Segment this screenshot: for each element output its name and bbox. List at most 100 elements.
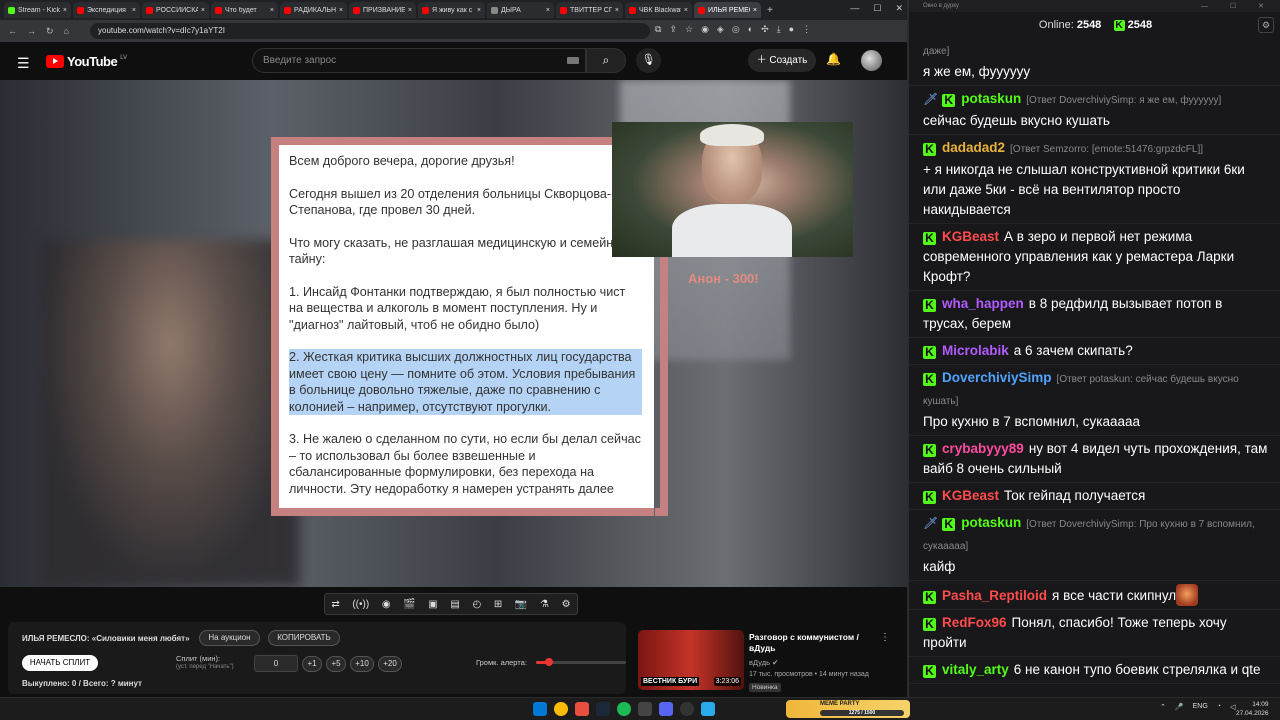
extension-icon[interactable]: ◈ — [717, 24, 724, 35]
tab-close-icon[interactable]: × — [684, 7, 688, 14]
reload-icon[interactable]: ↻ — [46, 26, 54, 37]
chrome-icon[interactable] — [554, 702, 568, 716]
clapperboard-icon[interactable]: 🎬 — [403, 599, 415, 610]
tab-close-icon[interactable]: × — [201, 7, 205, 14]
forward-icon[interactable]: → — [27, 26, 36, 36]
film-icon[interactable]: ▤ — [450, 599, 459, 610]
clock[interactable]: 14:09 27.04.2026 — [1236, 700, 1269, 718]
start-icon[interactable] — [533, 702, 547, 716]
chat-username[interactable]: Pasha_Reptiloid — [942, 588, 1047, 603]
video-title[interactable]: Разговор с коммунистом / вДудь — [749, 632, 879, 654]
tab-close-icon[interactable]: × — [132, 7, 136, 14]
browser-tab[interactable]: Что будет × — [211, 2, 278, 18]
chat-username[interactable]: wha_happen — [942, 296, 1024, 311]
browser-tab[interactable]: Экспедиция × — [73, 2, 140, 18]
app-icon[interactable] — [575, 702, 589, 716]
back-icon[interactable]: ← — [8, 26, 17, 36]
chat-username[interactable]: dadadad2 — [942, 140, 1005, 155]
volume-icon[interactable]: ◁ — [1230, 703, 1235, 711]
browser-tab[interactable]: ИЛЬЯ РЕМЕСЛО× — [694, 2, 761, 18]
maximize-icon[interactable]: ☐ — [873, 3, 881, 14]
tab-close-icon[interactable]: × — [408, 7, 412, 14]
chat-username[interactable]: potaskun — [961, 515, 1021, 530]
profile-icon[interactable]: ● — [789, 24, 794, 35]
broadcast-icon[interactable]: ((•)) — [352, 599, 369, 610]
browser-tab[interactable]: ПРИЗВАНИЕ × — [349, 2, 416, 18]
mic-tray-icon[interactable]: 🎤 — [1175, 703, 1184, 711]
chat-username[interactable]: vitaly_arty — [942, 662, 1009, 677]
more-icon[interactable]: ⋮ — [880, 632, 890, 643]
tab-close-icon[interactable]: × — [477, 7, 481, 14]
telegram-icon[interactable] — [701, 702, 715, 716]
tab-close-icon[interactable]: × — [753, 7, 757, 14]
browser-tab[interactable]: Я живу как с × — [418, 2, 485, 18]
youtube-logo[interactable]: YouTube LV — [46, 54, 127, 69]
tab-close-icon[interactable]: × — [270, 7, 274, 14]
tab-close-icon[interactable]: × — [63, 7, 67, 14]
split-minutes-input[interactable]: 0 — [254, 655, 298, 672]
video-thumbnail[interactable]: ВЕСТНИК БУРИ 3:23:06 — [638, 630, 744, 690]
bookmark-star-icon[interactable]: ☆ — [685, 24, 693, 35]
increment-button[interactable]: +1 — [302, 656, 322, 672]
chat-settings-icon[interactable]: ⚙ — [1258, 17, 1274, 33]
chat-username[interactable]: crybabyyy89 — [942, 441, 1024, 456]
discord-icon[interactable] — [659, 702, 673, 716]
channel-name[interactable]: вДудь ✔ — [749, 658, 778, 667]
flask-icon[interactable]: ⚗ — [540, 599, 549, 610]
increment-button[interactable]: +5 — [326, 656, 346, 672]
alert-volume-slider[interactable] — [536, 658, 626, 666]
volume-knob[interactable] — [544, 658, 553, 666]
on-auction-button[interactable]: На аукцион — [199, 630, 260, 646]
browser-tab[interactable]: РАДИКАЛЬНЫЙ× — [280, 2, 347, 18]
eye-icon[interactable]: ◉ — [382, 599, 391, 610]
start-split-button[interactable]: НАЧАТЬ СПЛИТ — [22, 655, 98, 671]
camera-icon[interactable]: 📷 — [515, 599, 527, 610]
extension-icon[interactable]: ◐ — [748, 24, 753, 35]
chat-username[interactable]: KGBeast — [942, 488, 999, 503]
tab-close-icon[interactable]: × — [615, 7, 619, 14]
hamburger-icon[interactable]: ☰ — [17, 55, 30, 72]
increment-button[interactable]: +10 — [350, 656, 374, 672]
language-indicator[interactable]: ENG — [1193, 703, 1208, 711]
browser-tab[interactable]: ТВИТТЕР СПО× — [556, 2, 623, 18]
voice-search-button[interactable]: 🎙 — [636, 48, 661, 73]
speedometer-icon[interactable]: ◴ — [472, 599, 481, 610]
avatar[interactable] — [861, 50, 882, 71]
meme-party-widget[interactable]: MEME PARTY 1275 / 1500 — [786, 700, 910, 718]
tab-close-icon[interactable]: × — [339, 7, 343, 14]
search-input[interactable]: Введите запрос — [252, 48, 586, 73]
increment-button[interactable]: +20 — [378, 656, 402, 672]
browser-tab[interactable]: РОССИЙСКАЯ× — [142, 2, 209, 18]
install-icon[interactable]: ⧉ — [655, 24, 661, 35]
chat-username[interactable]: RedFox96 — [942, 615, 1007, 630]
chat-username[interactable]: KGBeast — [942, 229, 999, 244]
new-tab-button[interactable]: + — [767, 5, 773, 16]
extension-icon[interactable]: ◉ — [701, 24, 709, 35]
browser-tab[interactable]: Stream - Kick × — [4, 2, 71, 18]
chat-username[interactable]: Microlabik — [942, 343, 1009, 358]
obs-icon[interactable] — [680, 702, 694, 716]
download-icon[interactable]: ⤓ — [777, 24, 781, 35]
loop-icon[interactable]: ⇄ — [331, 599, 339, 610]
share-icon[interactable]: ⇪ — [669, 24, 677, 35]
gear-icon[interactable]: ⚙ — [562, 599, 571, 610]
bell-icon[interactable]: 🔔 — [826, 52, 841, 66]
app-icon[interactable] — [638, 702, 652, 716]
menu-icon[interactable]: ⋮ — [802, 24, 811, 35]
close-icon[interactable]: ✕ — [895, 3, 903, 14]
picture-in-picture-icon[interactable]: ▣ — [428, 599, 437, 610]
spotify-icon[interactable] — [617, 702, 631, 716]
puzzle-icon[interactable]: ✣ — [761, 24, 769, 35]
url-input[interactable]: youtube.com/watch?v=dIc7y1aYT2I — [90, 23, 650, 39]
search-button[interactable]: ⌕ — [586, 48, 626, 73]
recommended-video[interactable]: ВЕСТНИК БУРИ 3:23:06 Разговор с коммунис… — [638, 630, 903, 694]
browser-tab[interactable]: ДЫРА × — [487, 2, 554, 18]
browser-tab[interactable]: ЧВК Blackwat × — [625, 2, 692, 18]
minimize-icon[interactable]: — — [850, 3, 859, 14]
keyboard-icon[interactable] — [567, 57, 579, 64]
create-button[interactable]: ＋ Создать — [748, 49, 816, 72]
image-add-icon[interactable]: ⊞ — [494, 599, 502, 610]
video-player[interactable]: Всем доброго вечера, дорогие друзья! Сего… — [0, 80, 907, 587]
chat-username[interactable]: DoverchiviySimp — [942, 370, 1052, 385]
chat-window-controls[interactable]: — ☐ ✕ — [1201, 2, 1274, 10]
